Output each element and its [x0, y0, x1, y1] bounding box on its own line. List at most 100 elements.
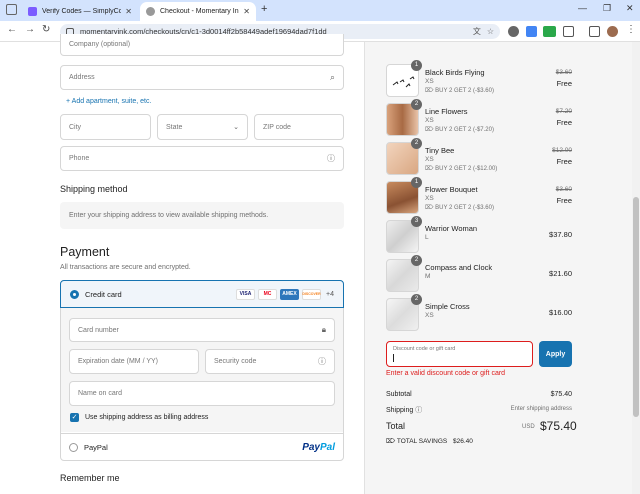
- tag-icon: ⌦: [425, 205, 436, 211]
- item-variant: M: [425, 273, 431, 280]
- expiration-field[interactable]: Expiration date (MM / YY): [69, 349, 199, 374]
- item-variant: XS: [425, 312, 434, 319]
- bookmark-star-icon[interactable]: ☆: [487, 27, 494, 36]
- subtotal-value: $75.40: [550, 391, 572, 398]
- paypal-logo-pal: Pal: [319, 441, 335, 453]
- zip-field[interactable]: ZIP code: [254, 114, 344, 140]
- help-circle-icon[interactable]: ⓘ: [327, 153, 335, 164]
- item-price: $37.80: [549, 230, 572, 239]
- phone-field[interactable]: Phone ⓘ: [60, 146, 344, 171]
- credit-card-option[interactable]: Credit card VISA MC AMEX DISCOVER +4: [60, 280, 344, 308]
- help-circle-icon[interactable]: ⓘ: [318, 356, 326, 367]
- item-name: Flower Bouquet: [425, 185, 478, 194]
- item-discount-text: BUY 2 GET 2 (-$7.20): [435, 127, 494, 133]
- extension-icon[interactable]: [508, 26, 519, 37]
- close-window-icon[interactable]: ✕: [626, 3, 634, 14]
- city-field[interactable]: City: [60, 114, 151, 140]
- tab-title: Verify Codes — SimplyCodes: [42, 8, 122, 15]
- item-name: Warrior Woman: [425, 224, 478, 233]
- menu-dots-icon[interactable]: ⋮: [626, 24, 636, 35]
- billing-checkbox-label[interactable]: Use shipping address as billing address: [85, 414, 208, 421]
- card-number-field[interactable]: Card number 🔒︎: [69, 318, 335, 342]
- state-select[interactable]: State ⌄: [157, 114, 248, 140]
- zip-placeholder: ZIP code: [263, 123, 291, 131]
- address-placeholder: Address: [69, 74, 95, 81]
- tag-icon: ⌦: [425, 166, 436, 172]
- item-variant: XS: [425, 78, 434, 85]
- billing-checkbox[interactable]: ✓: [70, 413, 79, 422]
- item-discount-text: BUY 2 GET 2 (-$3.60): [435, 205, 494, 211]
- tab-list-icon[interactable]: [6, 4, 17, 15]
- minimize-icon[interactable]: —: [578, 3, 587, 13]
- city-placeholder: City: [69, 123, 82, 131]
- extensions-puzzle-icon[interactable]: [563, 26, 574, 37]
- extension-icon[interactable]: [543, 26, 556, 37]
- list-item: 1 Black Birds Flying XS ⌦ BUY 2 GET 2 (-…: [386, 60, 632, 100]
- name-on-card-field[interactable]: Name on card: [69, 381, 335, 406]
- close-tab-icon[interactable]: ✕: [243, 7, 250, 16]
- item-original-price: $7.20: [555, 108, 572, 115]
- total-savings: ⌦ TOTAL SAVINGS $26.40: [386, 437, 473, 445]
- tab-simplycodes[interactable]: Verify Codes — SimplyCodes ✕: [22, 2, 138, 21]
- forward-icon[interactable]: →: [25, 24, 35, 35]
- paypal-option[interactable]: PayPal PayPal: [61, 433, 343, 460]
- item-price: Free: [556, 79, 572, 88]
- new-tab-icon[interactable]: +: [261, 3, 267, 15]
- total-currency: USD: [522, 424, 535, 430]
- translate-icon[interactable]: 文: [473, 26, 481, 37]
- payment-heading: Payment: [60, 245, 110, 259]
- add-apartment-link[interactable]: + Add apartment, suite, etc.: [66, 98, 151, 105]
- paypal-label: PayPal: [84, 442, 108, 452]
- apply-button[interactable]: Apply: [539, 341, 572, 367]
- payment-subheading: All transactions are secure and encrypte…: [60, 264, 191, 271]
- total-value: $75.40: [540, 419, 577, 433]
- list-item: 1 Flower Bouquet XS ⌦ BUY 2 GET 2 (-$3.6…: [386, 177, 632, 217]
- item-variant: XS: [425, 156, 434, 163]
- paypal-logo: PayPal: [302, 442, 335, 453]
- discount-code-input[interactable]: Discount code or gift card: [386, 341, 533, 367]
- state-placeholder: State: [166, 123, 183, 131]
- help-circle-icon[interactable]: ⓘ: [415, 407, 422, 414]
- item-name: Line Flowers: [425, 107, 468, 116]
- phone-placeholder: Phone: [69, 155, 90, 162]
- credit-card-radio[interactable]: [70, 289, 79, 299]
- item-discount: ⌦ BUY 2 GET 2 (-$12.00): [425, 165, 497, 172]
- paypal-logo-pay: Pay: [302, 441, 320, 453]
- security-code-field[interactable]: Security code ⓘ: [205, 349, 335, 374]
- list-item: 2 Line Flowers XS ⌦ BUY 2 GET 2 (-$7.20)…: [386, 99, 632, 139]
- item-discount-text: BUY 2 GET 2 (-$3.60): [435, 88, 494, 94]
- globe-favicon-icon: [146, 7, 155, 16]
- shipping-info-text: Enter your shipping address to view avai…: [69, 212, 269, 219]
- company-field[interactable]: Company (optional): [60, 34, 344, 56]
- savings-value: $26.40: [453, 438, 473, 445]
- back-icon[interactable]: ←: [7, 24, 17, 35]
- company-placeholder: Company (optional): [69, 41, 131, 48]
- lock-icon: 🔒︎: [321, 325, 326, 334]
- side-panel-icon[interactable]: [589, 26, 600, 37]
- item-discount: ⌦ BUY 2 GET 2 (-$7.20): [425, 126, 494, 133]
- item-variant: XS: [425, 117, 434, 124]
- avatar[interactable]: [607, 26, 618, 37]
- total-label: Total: [386, 421, 406, 431]
- item-price: $21.60: [549, 269, 572, 278]
- discount-code-label: Discount code or gift card: [393, 346, 456, 352]
- tab-checkout[interactable]: Checkout - Momentary Ink ✕: [140, 2, 256, 21]
- address-field[interactable]: Address ⌕: [60, 65, 344, 90]
- item-discount: ⌦ BUY 2 GET 2 (-$3.60): [425, 204, 494, 211]
- subtotal-label: Subtotal: [386, 391, 412, 398]
- credit-card-label: Credit card: [85, 289, 122, 299]
- paypal-radio[interactable]: [69, 442, 78, 452]
- extension-icon[interactable]: [526, 26, 537, 37]
- mastercard-icon: MC: [258, 288, 278, 300]
- item-original-price: $3.60: [555, 69, 572, 76]
- list-item: 2 Tiny Bee XS ⌦ BUY 2 GET 2 (-$12.00) $1…: [386, 138, 632, 178]
- close-tab-icon[interactable]: ✕: [125, 7, 132, 16]
- subtotal-row: Subtotal $75.40: [386, 391, 572, 398]
- shipping-info-box: Enter your shipping address to view avai…: [60, 202, 344, 229]
- item-original-price: $3.60: [555, 186, 572, 193]
- reload-icon[interactable]: ↻: [42, 24, 50, 35]
- savings-label: TOTAL SAVINGS: [396, 438, 448, 445]
- maximize-icon[interactable]: ❐: [603, 3, 611, 14]
- scrollbar-thumb[interactable]: [633, 197, 639, 417]
- item-price: Free: [556, 118, 572, 127]
